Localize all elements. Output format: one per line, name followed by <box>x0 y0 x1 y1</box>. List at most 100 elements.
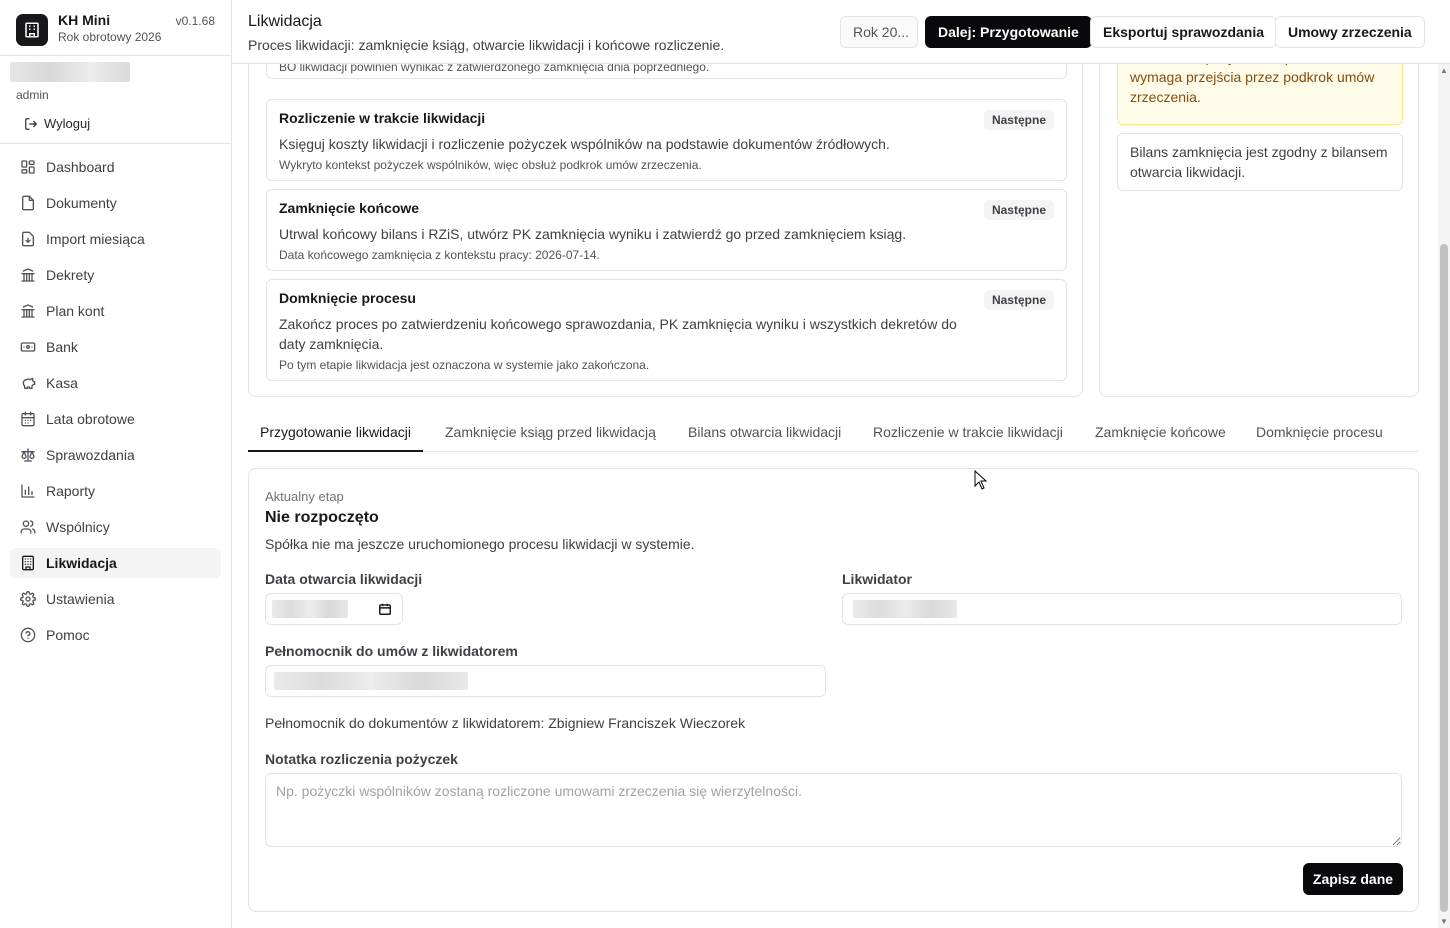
step-card: Zamknięcie końcowe Następne Utrwal końco… <box>266 189 1067 271</box>
gear-icon <box>20 591 36 607</box>
tab-1[interactable]: Przygotowanie likwidacji <box>248 418 423 452</box>
brand-header: KH Mini Rok obrotowy 2026 v0.1.68 <box>0 0 231 56</box>
stage-description: Spółka nie ma jeszcze uruchomionego proc… <box>265 536 695 552</box>
open-date-label: Data otwarcia likwidacji <box>265 571 423 587</box>
open-date-input[interactable] <box>265 593 403 625</box>
proxy-label: Pełnomocnik do umów z likwidatorem <box>265 643 518 659</box>
page-title: Likwidacja <box>248 13 322 30</box>
year-select-button[interactable]: Rok 20... <box>840 16 918 48</box>
status-badge: Następne <box>983 200 1054 220</box>
users-icon <box>20 520 36 534</box>
import-icon <box>22 231 34 247</box>
scroll-down-icon[interactable]: ▼ <box>1440 917 1448 926</box>
page-header: Likwidacja Proces likwidacji: zamknięcie… <box>232 0 1450 64</box>
save-button[interactable]: Zapisz dane <box>1303 863 1403 895</box>
sidebar-item-likwidacja[interactable]: Likwidacja <box>10 548 221 578</box>
step-note: BO likwidacji powinien wynikać z zatwier… <box>279 64 710 74</box>
redacted-value <box>272 600 348 618</box>
step-title: Rozliczenie w trakcie likwidacji <box>279 110 486 126</box>
scroll-up-icon[interactable]: ▲ <box>1440 66 1448 75</box>
checks-card: Rozliczenie pożyczek wspólników wymaga p… <box>1099 64 1419 397</box>
sidebar-item-label: Kasa <box>46 375 78 391</box>
sidebar-item-pomoc[interactable]: Pomoc <box>10 620 221 650</box>
sidebar-item-dashboard[interactable]: Dashboard <box>10 152 221 182</box>
liquidator-input[interactable] <box>842 593 1402 625</box>
dashboard-icon <box>21 160 35 174</box>
app-logo-icon <box>16 14 48 46</box>
mouse-cursor-icon <box>974 470 988 490</box>
stage-value: Nie rozpoczęto <box>265 509 379 526</box>
step-description: Księguj koszty likwidacji i rozliczenie … <box>279 136 890 152</box>
page-scrollbar[interactable]: ▲ ▼ <box>1438 64 1450 928</box>
step-description: Zakończ proces po zatwierdzeniu końcoweg… <box>279 316 957 352</box>
app-fiscal-year: Rok obrotowy 2026 <box>58 30 162 44</box>
step-title: Zamknięcie końcowe <box>279 200 420 216</box>
redacted-value <box>853 600 957 618</box>
sidebar-item-kasa[interactable]: Kasa <box>10 368 221 398</box>
next-step-button[interactable]: Dalej: Przygotowanie <box>925 16 1092 48</box>
balance-check-info: Bilans zamknięcia jest zgodny z bilansem… <box>1117 133 1403 191</box>
sidebar-item-import-miesiąca[interactable]: Import miesiąca <box>10 224 221 254</box>
sidebar-item-label: Dokumenty <box>46 195 117 211</box>
sidebar-item-bank[interactable]: Bank <box>10 332 221 362</box>
sidebar-item-label: Bank <box>46 339 78 355</box>
step-note: Wykryto kontekst pożyczek wspólników, wi… <box>279 158 702 172</box>
step-card-partial: BO likwidacji powinien wynikać z zatwier… <box>266 64 1067 79</box>
sidebar-item-plan-kont[interactable]: Plan kont <box>10 296 221 326</box>
step-card: Rozliczenie w trakcie likwidacji Następn… <box>266 99 1067 181</box>
user-name-redacted <box>10 62 130 82</box>
app-name: KH Mini <box>58 12 111 28</box>
sidebar-item-label: Plan kont <box>46 303 105 319</box>
calendar-icon <box>21 411 35 427</box>
tab-3[interactable]: Bilans otwarcia likwidacji <box>676 418 853 452</box>
step-note: Data końcowego zamknięcia z kontekstu pr… <box>279 248 600 262</box>
tab-2[interactable]: Zamknięcie ksiąg przed likwidacją <box>433 418 668 452</box>
bar-chart-icon <box>21 484 35 498</box>
step-card: Domknięcie procesu Następne Zakończ proc… <box>266 279 1067 381</box>
app-version: v0.1.68 <box>175 14 215 28</box>
sidebar-item-raporty[interactable]: Raporty <box>10 476 221 506</box>
sidebar-item-label: Dekrety <box>46 267 95 283</box>
tab-5[interactable]: Zamknięcie końcowe <box>1083 418 1238 452</box>
status-badge: Następne <box>983 110 1054 130</box>
help-icon <box>20 627 36 643</box>
sidebar-nav: Dashboard Dokumenty Import miesiąca Dekrety… <box>0 144 231 664</box>
step-description: Utrwal końcowy bilans i RZiS, utwórz PK … <box>279 226 907 242</box>
sidebar-item-label: Likwidacja <box>46 555 117 571</box>
stage-tabs: Przygotowanie likwidacji Zamknięcie ksiąg… <box>248 418 1419 452</box>
user-role: admin <box>16 88 49 102</box>
waiver-contracts-button[interactable]: Umowy zrzeczenia <box>1275 16 1425 48</box>
scale-icon <box>21 448 35 462</box>
status-badge: Następne <box>983 290 1054 310</box>
sidebar-item-lata-obrotowe[interactable]: Lata obrotowe <box>10 404 221 434</box>
piggy-bank-icon <box>22 377 36 389</box>
warning-alert: Rozliczenie pożyczek wspólników wymaga p… <box>1117 64 1403 125</box>
calendar-icon[interactable] <box>378 602 392 616</box>
sidebar-item-ustawienia[interactable]: Ustawienia <box>10 584 221 614</box>
warning-text: Rozliczenie pożyczek wspólników wymaga p… <box>1130 64 1375 105</box>
sidebar-item-label: Sprawozdania <box>46 447 135 463</box>
bank-building-icon <box>21 268 35 282</box>
sidebar-item-label: Import miesiąca <box>46 231 145 247</box>
main-content: BO likwidacji powinien wynikać z zatwier… <box>232 64 1438 928</box>
sidebar-item-label: Dashboard <box>46 159 115 175</box>
tab-4[interactable]: Rozliczenie w trakcie likwidacji <box>861 418 1075 452</box>
stage-label: Aktualny etap <box>265 489 344 504</box>
loan-note-textarea[interactable] <box>265 773 1402 847</box>
step-note: Po tym etapie likwidacja jest oznaczona … <box>279 358 650 372</box>
redacted-value <box>274 672 468 690</box>
sidebar-item-dekrety[interactable]: Dekrety <box>10 260 221 290</box>
sidebar-item-wspólnicy[interactable]: Wspólnicy <box>10 512 221 542</box>
document-icon <box>22 195 34 211</box>
scrollbar-thumb[interactable] <box>1440 244 1448 912</box>
sidebar-item-dokumenty[interactable]: Dokumenty <box>10 188 221 218</box>
proxy-input[interactable] <box>265 665 826 697</box>
building-icon <box>22 555 34 571</box>
tab-6[interactable]: Domknięcie procesu <box>1244 418 1395 452</box>
sidebar-item-sprawozdania[interactable]: Sprawozdania <box>10 440 221 470</box>
logout-button[interactable]: Wyloguj <box>24 116 221 131</box>
user-block: admin Wyloguj <box>0 56 231 144</box>
sidebar: KH Mini Rok obrotowy 2026 v0.1.68 admin … <box>0 0 232 928</box>
logout-icon <box>25 117 38 130</box>
export-reports-button[interactable]: Eksportuj sprawozdania <box>1090 16 1278 48</box>
